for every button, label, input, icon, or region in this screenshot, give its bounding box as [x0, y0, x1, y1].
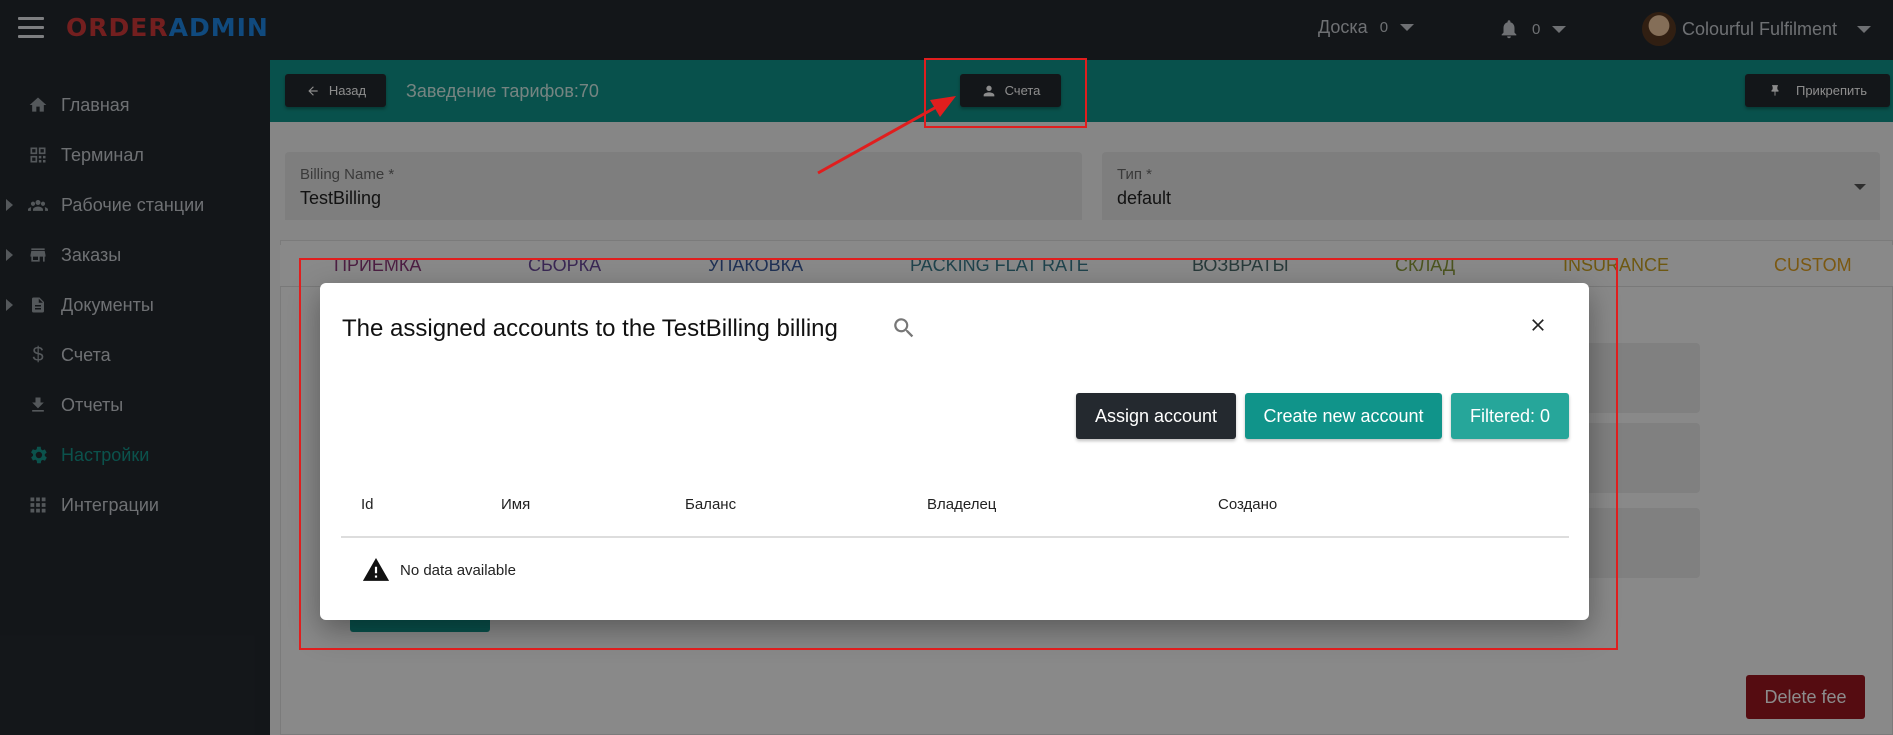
annotation-arrow-icon — [817, 96, 956, 175]
